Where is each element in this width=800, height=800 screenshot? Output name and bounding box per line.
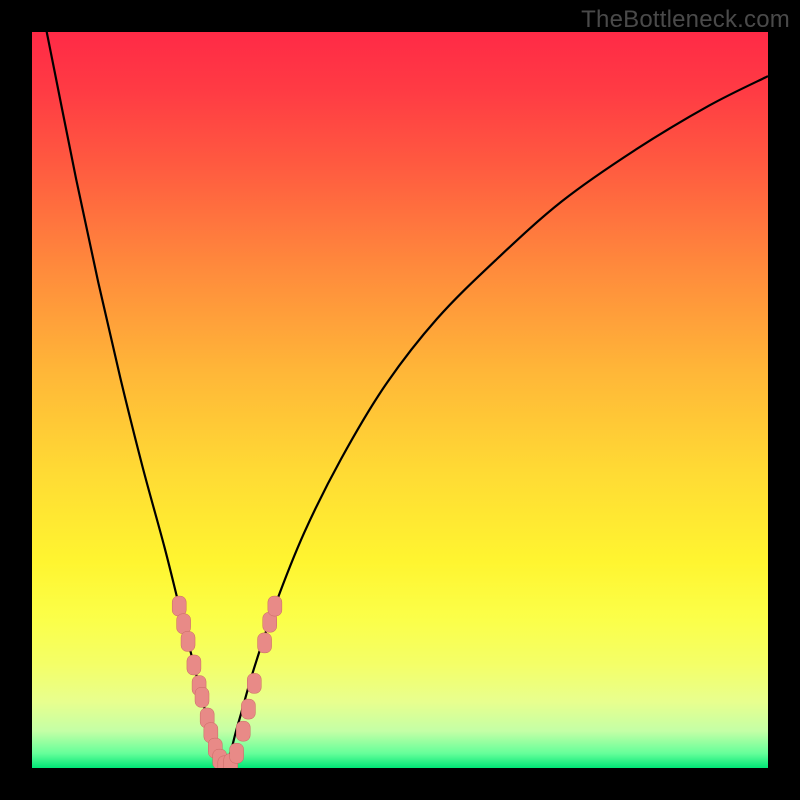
curve-marker xyxy=(187,655,201,675)
curve-marker xyxy=(181,631,195,651)
curve-marker xyxy=(247,673,261,693)
curve-marker xyxy=(230,743,244,763)
curve-marker xyxy=(236,721,250,741)
curve-marker xyxy=(172,596,186,616)
marker-group xyxy=(172,596,282,768)
curve-marker xyxy=(177,614,191,634)
curve-svg xyxy=(32,32,768,768)
curve-marker xyxy=(195,687,209,707)
chart-frame: TheBottleneck.com xyxy=(0,0,800,800)
bottleneck-curve xyxy=(32,32,768,768)
plot-area xyxy=(32,32,768,768)
curve-marker xyxy=(241,699,255,719)
curve-marker xyxy=(268,596,282,616)
curve-marker xyxy=(258,633,272,653)
watermark-text: TheBottleneck.com xyxy=(581,6,790,34)
